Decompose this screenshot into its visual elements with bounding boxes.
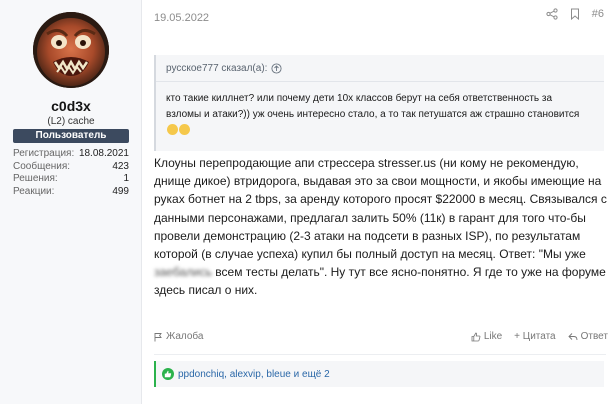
- post-message: Клоуны перепродающие апи стрессера stres…: [154, 154, 612, 300]
- bookmark-icon[interactable]: [570, 8, 580, 20]
- reactions-users[interactable]: ppdonchiq, alexvip, bleue и ещё 2: [178, 369, 330, 380]
- like-reaction-icon: [162, 368, 174, 380]
- stat-label: Решения:: [13, 173, 58, 184]
- post-main: 19.05.2022 #6 русское777 сказал(а): кто …: [142, 0, 616, 404]
- stat-reactions: Реакции: 499: [13, 186, 129, 199]
- user-stats: Регистрация: 18.08.2021 Сообщения: 423 Р…: [13, 148, 129, 198]
- worried-face-emoji-icon: [167, 124, 178, 135]
- quote-text: кто такие киллнет? или почему дети 10х к…: [166, 91, 586, 139]
- post-date[interactable]: 19.05.2022: [154, 12, 209, 24]
- stat-registration: Регистрация: 18.08.2021: [13, 148, 129, 161]
- quote-author[interactable]: русское777 сказал(а):: [166, 63, 267, 74]
- report-label: Жалоба: [166, 331, 204, 342]
- stat-value: 423: [112, 160, 129, 172]
- post-header-actions: #6: [546, 8, 604, 20]
- report-button[interactable]: Жалоба: [154, 331, 203, 342]
- stat-solutions: Решения: 1: [13, 173, 129, 186]
- post-actions: Жалоба Like + Цитата Ответ: [154, 331, 608, 347]
- quote-body: кто такие киллнет? или почему дети 10х к…: [166, 93, 580, 120]
- quote-divider: [156, 81, 604, 82]
- user-sidebar: c0d3x (L2) cache Пользователь Регистраци…: [0, 0, 142, 404]
- worried-face-emoji-icon: [179, 124, 190, 135]
- user-avatar[interactable]: [33, 12, 109, 88]
- stat-messages: Сообщения: 423: [13, 161, 129, 174]
- role-badge: Пользователь: [13, 129, 129, 143]
- divider: [154, 354, 606, 355]
- flag-icon: [154, 332, 162, 341]
- like-button[interactable]: Like: [471, 331, 502, 342]
- share-icon[interactable]: [546, 8, 558, 20]
- quote-button[interactable]: + Цитата: [514, 331, 555, 342]
- reply-button[interactable]: Ответ: [567, 331, 608, 342]
- stat-label: Регистрация:: [13, 148, 75, 159]
- post-number[interactable]: #6: [592, 8, 604, 20]
- quote-block: русское777 сказал(а): кто такие киллнет?…: [154, 55, 604, 151]
- message-blurred-word: заебались: [154, 265, 212, 280]
- stat-value: 1: [123, 173, 129, 184]
- message-text-part2: всем тесты делать". Ну тут все ясно-поня…: [154, 265, 606, 298]
- reactions-bar[interactable]: ppdonchiq, alexvip, bleue и ещё 2: [154, 361, 604, 387]
- username[interactable]: c0d3x: [0, 98, 142, 114]
- arrow-up-circle-icon[interactable]: [271, 63, 282, 74]
- user-title: (L2) cache: [47, 116, 95, 127]
- stat-label: Сообщения:: [13, 160, 71, 172]
- stat-value: 499: [112, 185, 129, 197]
- thumbs-up-icon: [471, 332, 481, 341]
- reply-icon: [567, 332, 578, 340]
- post-action-buttons: Like + Цитата Ответ: [471, 331, 608, 342]
- stat-label: Реакции:: [13, 185, 55, 197]
- like-label: Like: [483, 331, 503, 342]
- reply-label: Ответ: [580, 331, 608, 342]
- forum-post: c0d3x (L2) cache Пользователь Регистраци…: [0, 0, 616, 404]
- stat-value: 18.08.2021: [78, 148, 129, 159]
- quote-label: + Цитата: [514, 331, 556, 342]
- quote-header[interactable]: русское777 сказал(а):: [166, 63, 282, 74]
- message-text-part1: Клоуны перепродающие апи стрессера stres…: [154, 156, 607, 262]
